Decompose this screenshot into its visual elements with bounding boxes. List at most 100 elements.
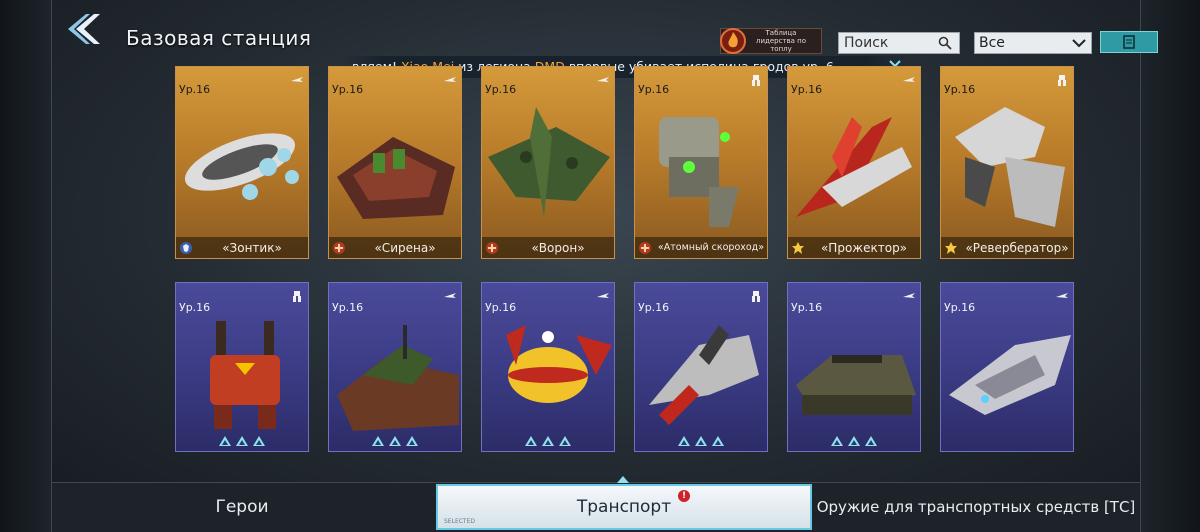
flame-icon — [720, 28, 746, 54]
rank-chevron-icon — [236, 436, 248, 446]
vehicle-card[interactable]: Ур.16 «Сирена» — [328, 66, 462, 259]
card-name: «Атомный скороход» — [657, 242, 765, 253]
star-icon — [792, 241, 804, 254]
rank-chevron-icon — [406, 436, 418, 446]
rank-indicator — [176, 435, 308, 447]
aircraft-icon — [444, 293, 456, 298]
tab-label: Герои — [215, 497, 269, 517]
vehicle-image — [659, 117, 739, 227]
back-button[interactable] — [62, 10, 106, 48]
card-name: «Сирена» — [374, 240, 436, 255]
aircraft-icon — [1056, 293, 1068, 298]
rank-chevron-icon — [253, 436, 265, 446]
vehicle-image — [506, 325, 612, 403]
rank-chevron-icon — [695, 436, 707, 446]
shield-icon — [180, 241, 192, 254]
vehicle-image — [184, 133, 299, 200]
vehicle-card[interactable]: Ур.16 — [940, 282, 1074, 452]
vehicle-image — [955, 107, 1065, 227]
card-level: Ур.16 — [944, 301, 976, 314]
filter-select[interactable]: Все — [974, 32, 1092, 54]
rank-chevron-icon — [712, 436, 724, 446]
vehicle-card[interactable]: Ур.16 — [328, 282, 462, 452]
vehicle-card[interactable]: Ур.16 «Ворон» — [481, 66, 615, 259]
aircraft-icon — [597, 293, 609, 298]
tab-heroes[interactable]: Герои — [52, 484, 432, 530]
card-level: Ур.16 — [179, 301, 211, 314]
card-name-bar: «Прожектор» — [788, 237, 920, 258]
vehicle-card[interactable]: Ур.16 «Зонтик» — [175, 66, 309, 259]
caret-up-icon — [617, 476, 629, 483]
card-name-bar: «Зонтик» — [176, 237, 308, 258]
card-level: Ур.16 — [179, 83, 211, 96]
vehicle-image — [337, 325, 459, 431]
notes-button[interactable] — [1100, 31, 1158, 53]
vehicle-image — [949, 335, 1071, 415]
rank-chevron-icon — [372, 436, 384, 446]
card-level: Ур.16 — [944, 83, 976, 96]
right-frame — [1140, 0, 1200, 532]
rank-chevron-icon — [525, 436, 537, 446]
card-name-bar: «Ревербератор» — [941, 237, 1073, 258]
vehicle-card[interactable]: Ур.16 — [481, 282, 615, 452]
vehicle-card[interactable]: Ур.16 «Ревербератор» — [940, 66, 1074, 259]
card-level: Ур.16 — [485, 301, 517, 314]
rank-chevron-icon — [219, 436, 231, 446]
vehicle-card[interactable]: Ур.16 «Прожектор» — [787, 66, 921, 259]
left-frame — [0, 0, 52, 532]
search-icon[interactable] — [935, 33, 955, 53]
search-box[interactable] — [838, 32, 960, 54]
tab-label: Оружие для транспортных средств [ТС] — [816, 498, 1136, 516]
card-name-bar: «Атомный скороход» — [635, 237, 767, 258]
rank-chevron-icon — [678, 436, 690, 446]
tab-transport[interactable]: Транспорт ! SELECTED — [436, 484, 812, 530]
leaderboard-button[interactable]: Таблица лидерства по топлу — [720, 28, 822, 54]
aircraft-icon — [597, 77, 609, 82]
search-input[interactable] — [839, 35, 935, 51]
vehicle-card[interactable]: Ур.16 «Атомный скороход» — [634, 66, 768, 259]
mech-icon — [752, 75, 760, 86]
rank-chevron-icon — [831, 436, 843, 446]
leaderboard-label: Таблица лидерства по топлу — [755, 29, 807, 53]
card-name: «Ворон» — [531, 240, 585, 255]
assault-icon — [486, 241, 498, 254]
rank-indicator — [329, 435, 461, 447]
alert-badge: ! — [678, 490, 690, 502]
card-level: Ур.16 — [638, 83, 670, 96]
chevron-left-icon — [68, 14, 100, 44]
vehicle-card[interactable]: Ур.16 — [634, 282, 768, 452]
mech-icon — [293, 291, 301, 302]
rank-indicator — [482, 435, 614, 447]
selected-indicator: SELECTED — [444, 518, 475, 525]
card-level: Ур.16 — [638, 301, 670, 314]
vehicle-image — [796, 117, 912, 217]
tab-label: Транспорт — [576, 497, 672, 517]
chevron-down-icon — [1072, 39, 1086, 48]
aircraft-icon — [903, 293, 915, 298]
rank-indicator — [788, 435, 920, 447]
card-level: Ур.16 — [332, 301, 364, 314]
card-name: «Зонтик» — [222, 240, 282, 255]
vehicle-image — [649, 325, 759, 425]
vehicle-card[interactable]: Ур.16 — [175, 282, 309, 452]
vehicle-image — [488, 107, 610, 217]
star-icon — [945, 241, 957, 254]
page-title: Базовая станция — [126, 26, 312, 50]
card-name: «Прожектор» — [820, 240, 908, 255]
vehicle-image — [796, 355, 916, 415]
card-name-bar: «Сирена» — [329, 237, 461, 258]
rank-chevron-icon — [848, 436, 860, 446]
card-level: Ур.16 — [791, 301, 823, 314]
card-level: Ур.16 — [485, 83, 517, 96]
rank-chevron-icon — [389, 436, 401, 446]
rank-chevron-icon — [559, 436, 571, 446]
card-name-bar: «Ворон» — [482, 237, 614, 258]
card-name: «Ревербератор» — [965, 240, 1069, 255]
tab-vehicle-weapons[interactable]: Оружие для транспортных средств [ТС] — [812, 484, 1140, 530]
mech-icon — [752, 291, 760, 302]
vehicle-card[interactable]: Ур.16 — [787, 282, 921, 452]
vehicle-image — [337, 137, 455, 219]
card-level: Ур.16 — [332, 83, 364, 96]
aircraft-icon — [903, 77, 915, 82]
document-icon — [1123, 35, 1135, 49]
